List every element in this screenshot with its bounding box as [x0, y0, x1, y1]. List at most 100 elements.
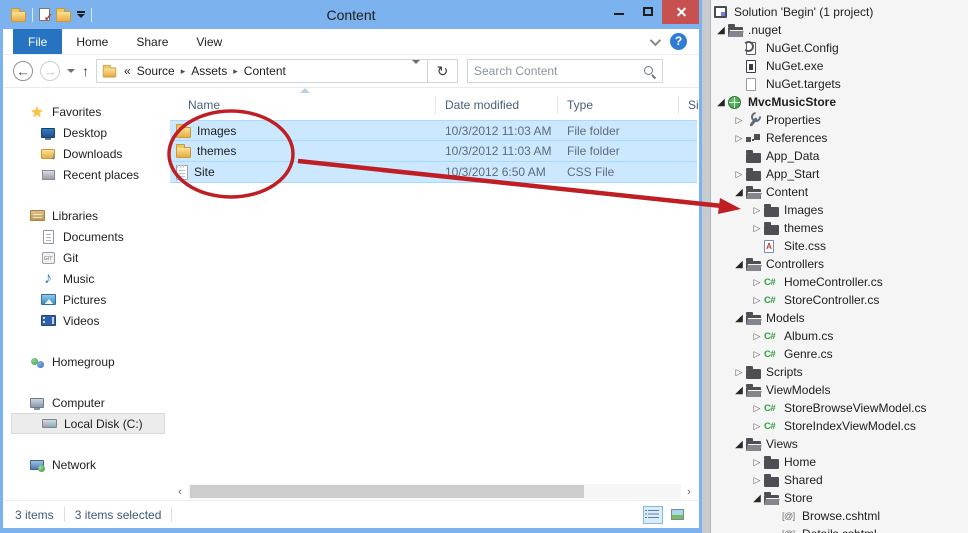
expand-icon[interactable]: ▷ — [750, 349, 764, 360]
breadcrumb-segment[interactable]: Source — [137, 64, 175, 78]
column-header-type[interactable]: Type — [567, 98, 593, 112]
back-button[interactable]: ← — [13, 61, 33, 81]
column-header-name[interactable]: Name — [188, 98, 220, 112]
tree-item-details-cshtml[interactable]: Details.cshtml — [712, 525, 968, 533]
history-caret-icon[interactable] — [67, 69, 75, 73]
sidebar-item-local-disk-c-[interactable]: Local Disk (C:) — [11, 413, 165, 434]
collapse-icon[interactable]: ◢ — [732, 313, 746, 324]
collapse-icon[interactable]: ◢ — [714, 25, 728, 36]
tree-item-shared[interactable]: ▷ Shared — [712, 471, 968, 489]
up-button[interactable]: ↑ — [82, 64, 89, 78]
scroll-right-icon[interactable]: › — [681, 486, 697, 498]
tab-home[interactable]: Home — [62, 29, 122, 54]
tree-item-store[interactable]: ◢ Store — [712, 489, 968, 507]
tree-item-app-data[interactable]: App_Data — [712, 147, 968, 165]
breadcrumb-segment[interactable]: Content — [244, 64, 286, 78]
tab-view[interactable]: View — [182, 29, 236, 54]
column-separator[interactable] — [435, 96, 436, 114]
column-header-date-modified[interactable]: Date modified — [445, 98, 519, 112]
expand-icon[interactable]: ▷ — [750, 295, 764, 306]
scrollbar-track[interactable] — [188, 484, 681, 499]
tree-item-themes[interactable]: ▷ themes — [712, 219, 968, 237]
folder-icon[interactable] — [56, 7, 71, 22]
search-icon[interactable] — [643, 65, 656, 78]
sidebar-item-documents[interactable]: Documents — [3, 226, 165, 247]
explorer-window-icon[interactable] — [11, 7, 26, 22]
maximize-button[interactable] — [633, 0, 662, 22]
tree-item-storeindexviewmodel-cs[interactable]: ▷ StoreIndexViewModel.cs — [712, 417, 968, 435]
tree-item-storecontroller-cs[interactable]: ▷ StoreController.cs — [712, 291, 968, 309]
file-check-icon[interactable] — [39, 8, 53, 24]
tree-item-storebrowseviewmodel-cs[interactable]: ▷ StoreBrowseViewModel.cs — [712, 399, 968, 417]
address-dropdown-caret[interactable] — [405, 60, 427, 78]
minimize-button[interactable] — [604, 0, 633, 22]
forward-button[interactable]: → — [40, 61, 60, 81]
help-icon[interactable] — [670, 33, 687, 50]
expand-icon[interactable]: ▷ — [732, 367, 746, 378]
tree-item-properties[interactable]: ▷ Properties — [712, 111, 968, 129]
scroll-left-icon[interactable]: ‹ — [172, 486, 188, 498]
tree-item-app-start[interactable]: ▷ App_Start — [712, 165, 968, 183]
breadcrumb-segment[interactable]: Assets — [191, 64, 227, 78]
tree-item-album-cs[interactable]: ▷ Album.cs — [712, 327, 968, 345]
tree-item-homecontroller-cs[interactable]: ▷ HomeController.cs — [712, 273, 968, 291]
expand-icon[interactable]: ▷ — [750, 277, 764, 288]
expand-icon[interactable]: ▷ — [750, 475, 764, 486]
collapse-icon[interactable]: ◢ — [732, 259, 746, 270]
details-view-button[interactable] — [643, 505, 663, 524]
sidebar-item-desktop[interactable]: Desktop — [3, 122, 165, 143]
file-row-themes[interactable]: themes 10/3/2012 11:03 AM File folder — [170, 141, 697, 162]
column-header-size[interactable]: Si — [688, 98, 699, 112]
expand-icon[interactable]: ▷ — [750, 403, 764, 414]
sidebar-item-favorites[interactable]: Favorites — [3, 101, 165, 122]
tree-item-solution-begin-1-project-[interactable]: Solution 'Begin' (1 project) — [712, 3, 968, 21]
address-box[interactable]: « Source ▸ Assets ▸ Content ↻ — [96, 59, 458, 83]
tree-item-scripts[interactable]: ▷ Scripts — [712, 363, 968, 381]
tree-item-mvcmusicstore[interactable]: ◢ MvcMusicStore — [712, 93, 968, 111]
tree-item-controllers[interactable]: ◢ Controllers — [712, 255, 968, 273]
thumbnails-view-button[interactable] — [667, 506, 687, 524]
expand-icon[interactable]: ▷ — [750, 223, 764, 234]
tab-file[interactable]: File — [13, 29, 63, 54]
tree-item-nuget-exe[interactable]: NuGet.exe — [712, 57, 968, 75]
sidebar-item-homegroup[interactable]: Homegroup — [3, 351, 165, 372]
tree-item-references[interactable]: ▷ References — [712, 129, 968, 147]
scrollbar-thumb[interactable] — [190, 485, 585, 498]
collapse-icon[interactable]: ◢ — [732, 187, 746, 198]
collapse-icon[interactable]: ◢ — [732, 439, 746, 450]
collapse-icon[interactable]: ◢ — [750, 493, 764, 504]
sidebar-item-network[interactable]: Network — [3, 454, 165, 475]
expand-ribbon-chevron-icon[interactable] — [649, 34, 662, 46]
sidebar-item-recent-places[interactable]: Recent places — [3, 164, 165, 185]
expand-icon[interactable]: ▷ — [732, 169, 746, 180]
tree-item-images[interactable]: ▷ Images — [712, 201, 968, 219]
tree-item--nuget[interactable]: ◢ .nuget — [712, 21, 968, 39]
tree-item-browse-cshtml[interactable]: Browse.cshtml — [712, 507, 968, 525]
tree-item-models[interactable]: ◢ Models — [712, 309, 968, 327]
tree-item-nuget-targets[interactable]: NuGet.targets — [712, 75, 968, 93]
sidebar-item-pictures[interactable]: Pictures — [3, 289, 165, 310]
sidebar-item-videos[interactable]: Videos — [3, 310, 165, 331]
collapse-icon[interactable]: ◢ — [714, 97, 728, 108]
expand-icon[interactable]: ▷ — [750, 205, 764, 216]
file-row-images[interactable]: Images 10/3/2012 11:03 AM File folder — [170, 120, 697, 141]
expand-icon[interactable]: ▷ — [750, 457, 764, 468]
refresh-button[interactable]: ↻ — [427, 60, 457, 82]
tree-item-viewmodels[interactable]: ◢ ViewModels — [712, 381, 968, 399]
expand-icon[interactable]: ▷ — [750, 421, 764, 432]
close-button[interactable] — [662, 0, 699, 24]
tree-item-content[interactable]: ◢ Content — [712, 183, 968, 201]
file-row-site[interactable]: Site 10/3/2012 6:50 AM CSS File — [170, 162, 697, 183]
tree-item-home[interactable]: ▷ Home — [712, 453, 968, 471]
sidebar-item-downloads[interactable]: Downloads — [3, 143, 165, 164]
column-separator[interactable] — [678, 96, 679, 114]
tab-share[interactable]: Share — [122, 29, 182, 54]
collapse-icon[interactable]: ◢ — [732, 385, 746, 396]
tree-item-site-css[interactable]: Site.css — [712, 237, 968, 255]
sidebar-item-computer[interactable]: Computer — [3, 392, 165, 413]
sidebar-item-git[interactable]: Git — [3, 247, 165, 268]
column-separator[interactable] — [557, 96, 558, 114]
panel-scrollbar[interactable] — [702, 0, 711, 533]
expand-icon[interactable]: ▷ — [732, 115, 746, 126]
sidebar-item-music[interactable]: Music — [3, 268, 165, 289]
